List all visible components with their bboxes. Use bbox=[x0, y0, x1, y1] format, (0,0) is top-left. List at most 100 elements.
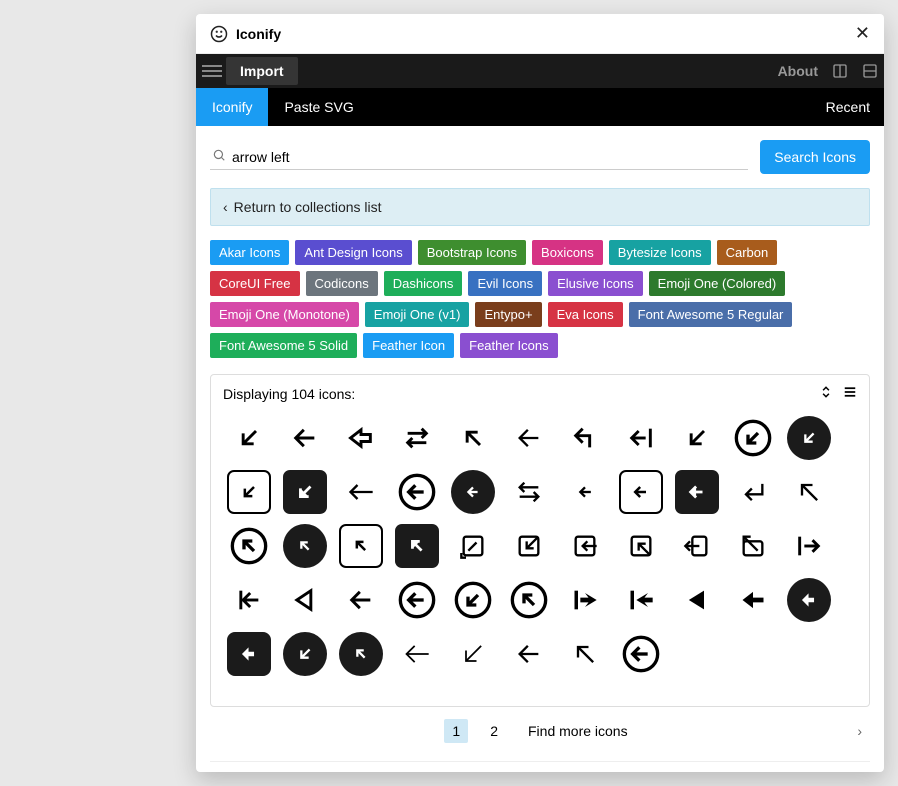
icon-arrow-up-left-circle[interactable] bbox=[227, 524, 271, 568]
icon-arrow-up-left[interactable] bbox=[451, 416, 495, 460]
hamburger-icon[interactable] bbox=[202, 60, 222, 82]
import-menu[interactable]: Import bbox=[226, 57, 298, 85]
icon-arrow-down-left[interactable] bbox=[227, 416, 271, 460]
icon-arrow-down-left-circle-fill[interactable] bbox=[787, 416, 831, 460]
icon-arrow-left-box[interactable] bbox=[619, 470, 663, 514]
icon-arrow-down-left-2[interactable] bbox=[675, 416, 719, 460]
icon-chevron-first[interactable] bbox=[227, 578, 271, 622]
collection-chip[interactable]: Font Awesome 5 Solid bbox=[210, 333, 357, 358]
return-label: Return to collections list bbox=[234, 199, 382, 215]
collection-chip[interactable]: Ant Design Icons bbox=[295, 240, 411, 265]
icon-arrow-up-left-box[interactable] bbox=[339, 524, 383, 568]
icon-arrow-left-thin-2[interactable] bbox=[395, 632, 439, 676]
tab-paste-svg[interactable]: Paste SVG bbox=[268, 88, 369, 126]
return-to-collections[interactable]: ‹ Return to collections list bbox=[210, 188, 870, 226]
icon-arrow-up-left-box-fill[interactable] bbox=[395, 524, 439, 568]
chevron-right-icon[interactable]: › bbox=[857, 723, 862, 739]
find-more-icons[interactable]: Find more icons bbox=[520, 719, 636, 743]
icon-corner-up-left[interactable] bbox=[563, 416, 607, 460]
icon-box-arrow-up-left[interactable] bbox=[731, 524, 775, 568]
icon-arrow-from-left[interactable] bbox=[787, 524, 831, 568]
icon-arrow-left-box-fill[interactable] bbox=[675, 470, 719, 514]
icon-arrow-left-circle-2[interactable] bbox=[395, 578, 439, 622]
search-button[interactable]: Search Icons bbox=[760, 140, 870, 174]
icon-grid bbox=[223, 410, 857, 692]
collection-chip[interactable]: Bootstrap Icons bbox=[418, 240, 526, 265]
collection-chip[interactable]: Font Awesome 5 Regular bbox=[629, 302, 793, 327]
tab-iconify[interactable]: Iconify bbox=[196, 88, 268, 126]
collection-chip[interactable]: Dashicons bbox=[384, 271, 463, 296]
icon-arrow-left-long[interactable] bbox=[339, 470, 383, 514]
icon-arrow-left-circle-fill-2[interactable] bbox=[787, 578, 831, 622]
icon-arrow-down-left-circle-fill-2[interactable] bbox=[283, 632, 327, 676]
icon-arrow-left-circle-3[interactable] bbox=[619, 632, 663, 676]
icon-arrow-left-box-fill-2[interactable] bbox=[227, 632, 271, 676]
icon-arrow-left-circle-fill[interactable] bbox=[451, 470, 495, 514]
collection-chip[interactable]: Bytesize Icons bbox=[609, 240, 711, 265]
icon-arrow-left-4[interactable] bbox=[507, 632, 551, 676]
collection-chip[interactable]: Feather Icon bbox=[363, 333, 454, 358]
collection-chip[interactable]: Carbon bbox=[717, 240, 778, 265]
icon-arrow-down-left-circle-2[interactable] bbox=[451, 578, 495, 622]
selected-icon-footer: mdi:account-alert bbox=[210, 761, 870, 772]
icon-box-arrow-in-left[interactable] bbox=[563, 524, 607, 568]
tab-recent[interactable]: Recent bbox=[826, 88, 884, 126]
collapse-icon[interactable] bbox=[819, 385, 833, 402]
menubar: Import About bbox=[196, 54, 884, 88]
icon-arrows-left-right[interactable] bbox=[507, 470, 551, 514]
page-2[interactable]: 2 bbox=[482, 719, 506, 743]
icon-arrows-horizontal[interactable] bbox=[395, 416, 439, 460]
collection-chip[interactable]: Emoji One (Colored) bbox=[649, 271, 786, 296]
icon-arrow-down-left-circle[interactable] bbox=[731, 416, 775, 460]
search-icon bbox=[212, 148, 226, 165]
icon-arrow-from-left-2[interactable] bbox=[563, 578, 607, 622]
icon-caret-left-fill[interactable] bbox=[675, 578, 719, 622]
icon-box-arrow-down-left[interactable] bbox=[451, 524, 495, 568]
icon-arrow-left-circle[interactable] bbox=[395, 470, 439, 514]
icon-box-arrow-in-up-left[interactable] bbox=[619, 524, 663, 568]
icon-arrow-down-left-box-fill[interactable] bbox=[283, 470, 327, 514]
page-1[interactable]: 1 bbox=[444, 719, 468, 743]
icon-arrow-up-left-circle-fill-2[interactable] bbox=[339, 632, 383, 676]
collection-chip[interactable]: Emoji One (Monotone) bbox=[210, 302, 359, 327]
layout-icon[interactable] bbox=[832, 63, 848, 79]
grid-icon[interactable] bbox=[862, 63, 878, 79]
icon-arrow-to-left-fill[interactable] bbox=[619, 578, 663, 622]
collection-chip[interactable]: Boxicons bbox=[532, 240, 603, 265]
source-tabs: Iconify Paste SVG Recent bbox=[196, 88, 884, 126]
icon-arrow-left-3[interactable] bbox=[339, 578, 383, 622]
icon-arrow-up-left-circle-fill[interactable] bbox=[283, 524, 327, 568]
list-view-icon[interactable] bbox=[843, 385, 857, 402]
icon-arrow-left-to-line[interactable] bbox=[619, 416, 663, 460]
app-title: Iconify bbox=[236, 26, 281, 42]
search-input[interactable] bbox=[232, 149, 746, 165]
icon-arrow-up-left-circle-2[interactable] bbox=[507, 578, 551, 622]
icon-arrow-left[interactable] bbox=[283, 416, 327, 460]
collection-chip[interactable]: CoreUI Free bbox=[210, 271, 300, 296]
results-panel: Displaying 104 icons: bbox=[210, 374, 870, 707]
collection-chip[interactable]: Evil Icons bbox=[468, 271, 542, 296]
collection-chip[interactable]: Emoji One (v1) bbox=[365, 302, 470, 327]
icon-arrow-left-thin[interactable] bbox=[507, 416, 551, 460]
collection-chip[interactable]: Akar Icons bbox=[210, 240, 289, 265]
icon-corner-down-left[interactable] bbox=[731, 470, 775, 514]
icon-box-arrow-left[interactable] bbox=[675, 524, 719, 568]
icon-arrow-up-left-thin[interactable] bbox=[787, 470, 831, 514]
icon-arrow-down-left-thin[interactable] bbox=[451, 632, 495, 676]
icon-arrow-down-left-box[interactable] bbox=[227, 470, 271, 514]
collection-chip[interactable]: Feather Icons bbox=[460, 333, 558, 358]
app-logo-icon bbox=[210, 25, 228, 43]
collection-chip[interactable]: Elusive Icons bbox=[548, 271, 643, 296]
icon-arrow-left-short[interactable] bbox=[563, 470, 607, 514]
collection-chip[interactable]: Codicons bbox=[306, 271, 378, 296]
collection-chip[interactable]: Entypo+ bbox=[475, 302, 541, 327]
icon-triangle-left[interactable] bbox=[283, 578, 327, 622]
close-icon[interactable]: ✕ bbox=[855, 23, 870, 44]
icon-arrow-left-outline[interactable] bbox=[339, 416, 383, 460]
collection-chip[interactable]: Eva Icons bbox=[548, 302, 623, 327]
about-menu[interactable]: About bbox=[778, 63, 818, 79]
search-box bbox=[210, 144, 748, 170]
icon-arrow-up-left-3[interactable] bbox=[563, 632, 607, 676]
icon-box-arrow-in-down-left[interactable] bbox=[507, 524, 551, 568]
icon-arrow-left-fill[interactable] bbox=[731, 578, 775, 622]
